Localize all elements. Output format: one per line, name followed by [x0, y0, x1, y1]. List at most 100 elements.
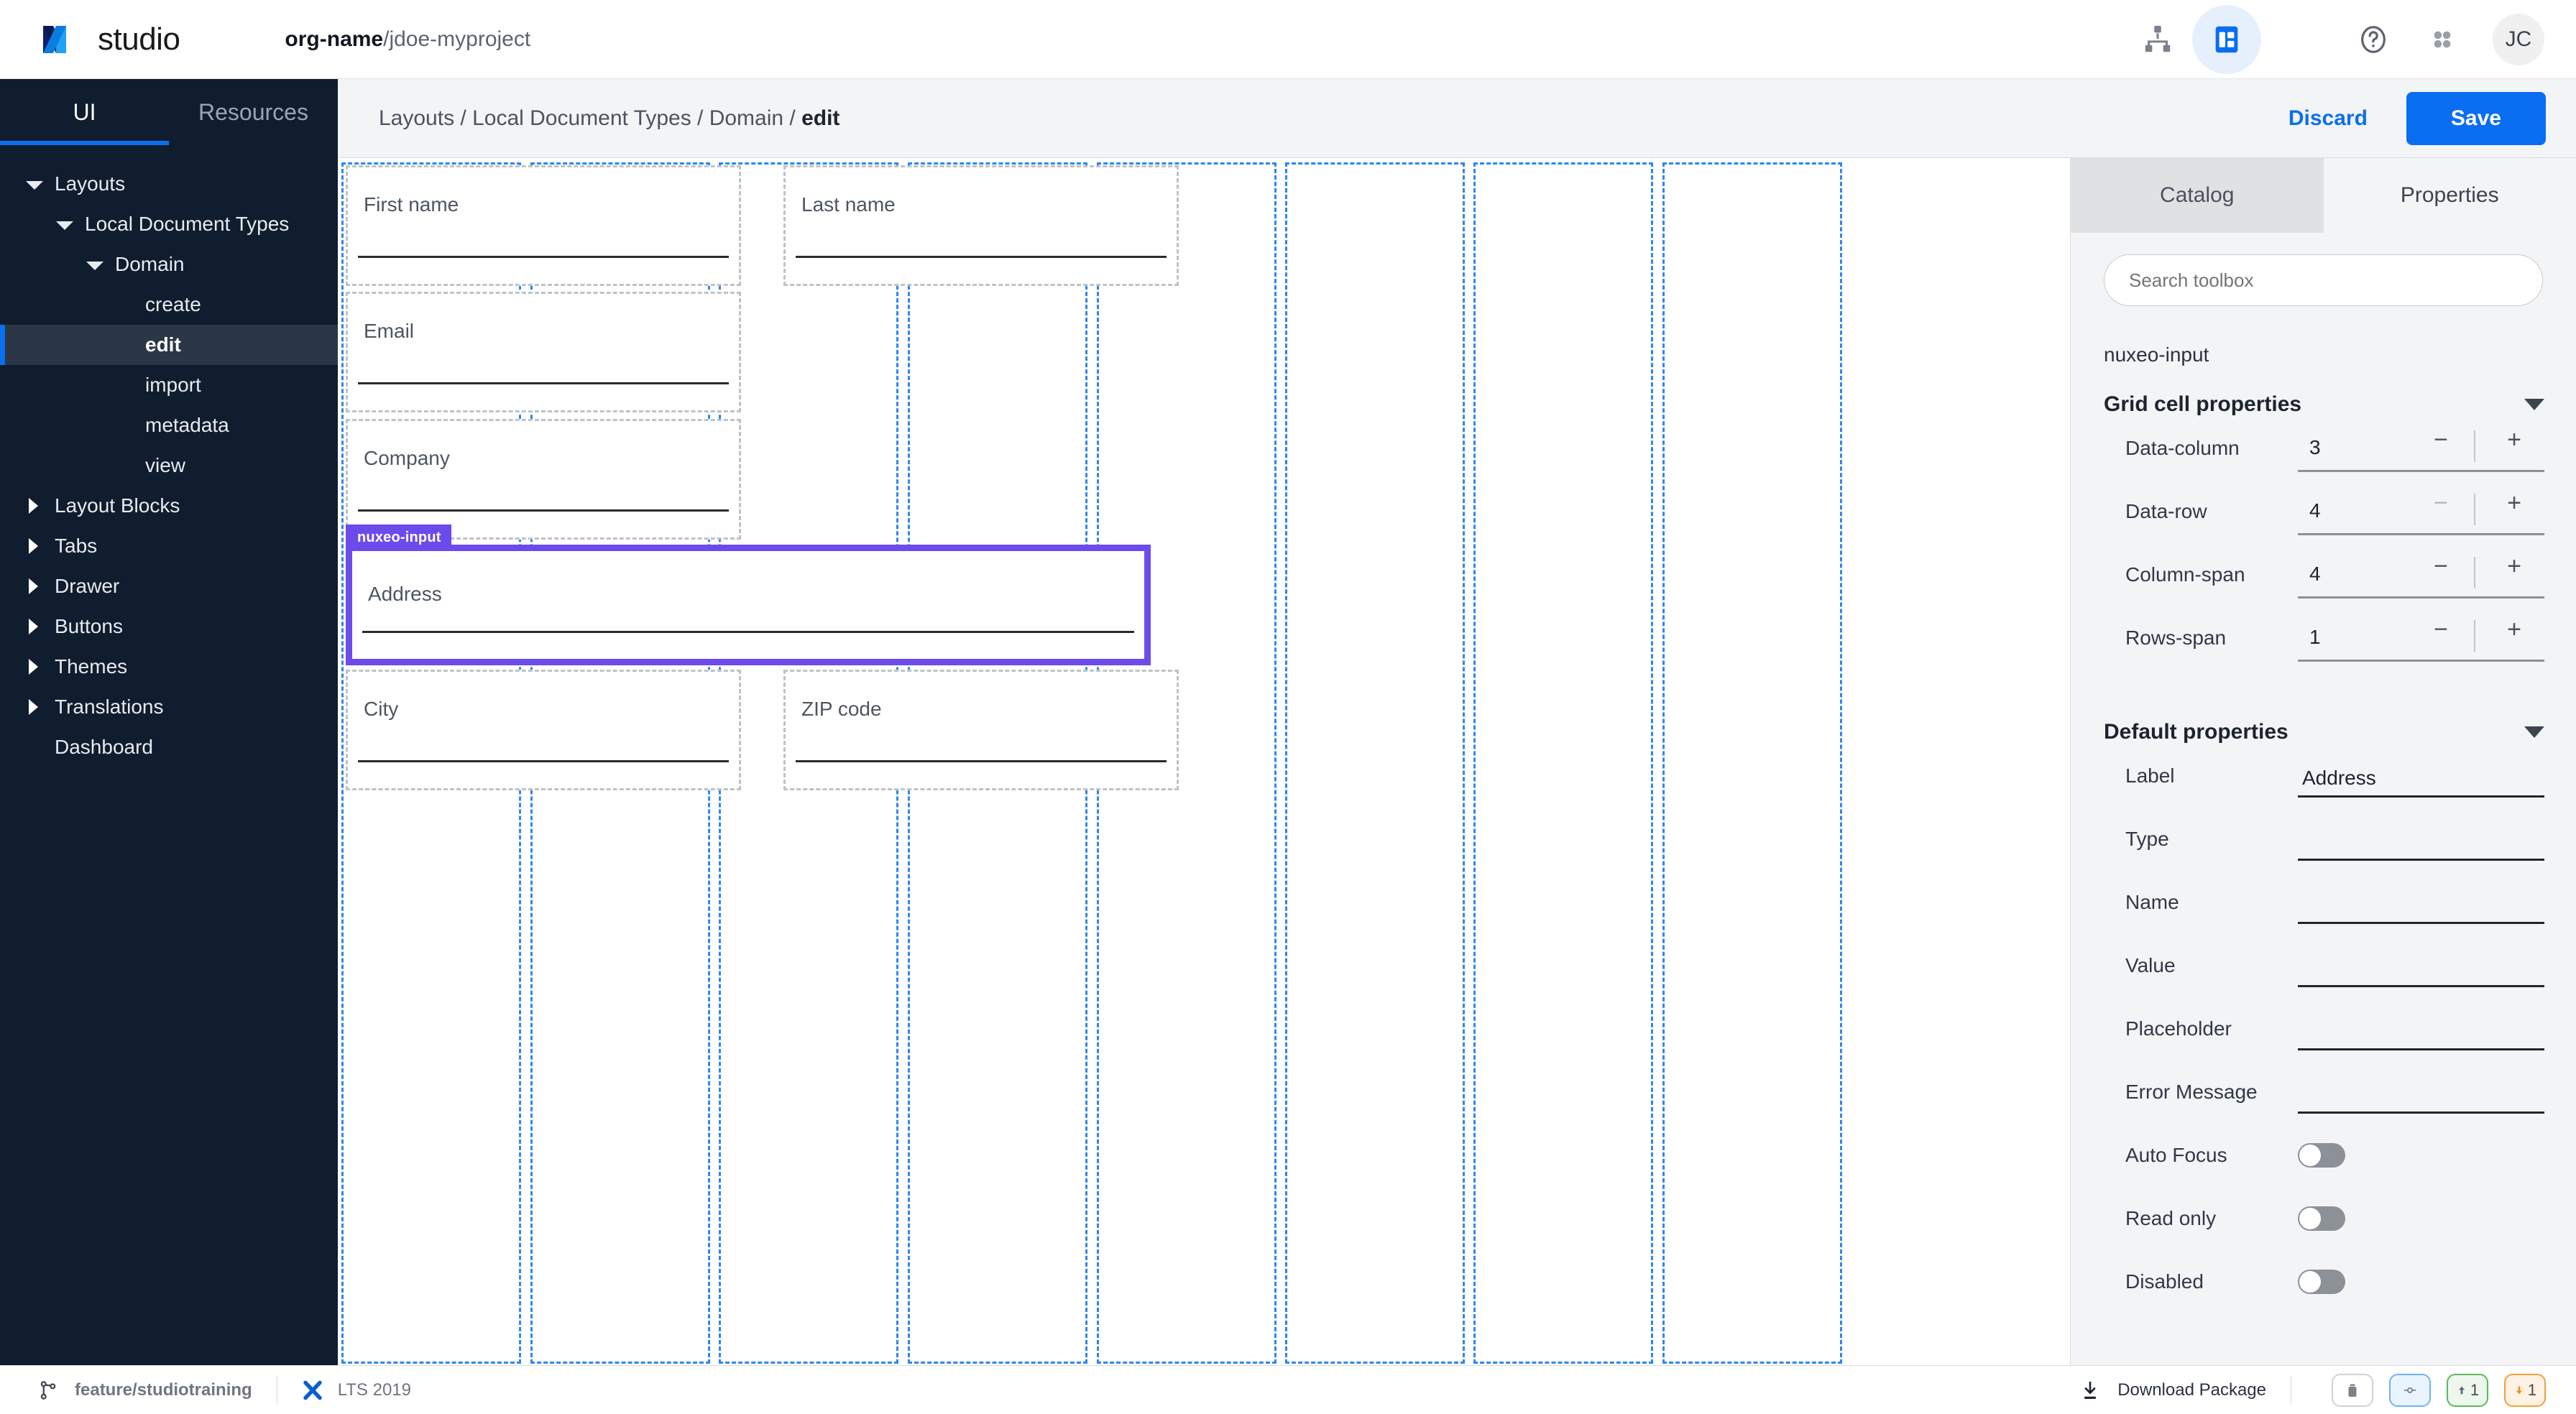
toggle-switch[interactable]	[2298, 1143, 2345, 1168]
stepper-plus-button[interactable]: +	[2496, 553, 2533, 581]
breadcrumb[interactable]: Layouts / Local Document Types / Domain …	[379, 106, 840, 131]
help-icon[interactable]	[2339, 5, 2408, 74]
sidebar-item-import[interactable]: import	[0, 365, 338, 405]
caret-right-icon[interactable]	[24, 617, 43, 636]
ahead-count: 1	[2470, 1380, 2480, 1399]
canvas-field-selected[interactable]: Address	[346, 545, 1151, 665]
text-field[interactable]	[2298, 1007, 2544, 1050]
selection-badge: nuxeo-input	[346, 525, 451, 550]
text-field[interactable]	[2298, 818, 2544, 861]
sidebar-item-buttons[interactable]: Buttons	[0, 606, 338, 647]
canvas-field[interactable]: ZIP code	[783, 670, 1179, 790]
grid-cell-properties-header[interactable]: Grid cell properties	[2104, 392, 2544, 417]
sidebar-item-layout-blocks[interactable]: Layout Blocks	[0, 486, 338, 526]
stepper-plus-button[interactable]: +	[2496, 616, 2533, 644]
number-stepper[interactable]: 4 − +	[2298, 488, 2544, 535]
sidebar-item-themes[interactable]: Themes	[0, 647, 338, 687]
studio-app: studio org-name/jdoe-myproject JC UI Res…	[0, 0, 2576, 1414]
project-breadcrumb[interactable]: org-name/jdoe-myproject	[285, 27, 530, 52]
layout-canvas[interactable]: First name Last name Email Company nuxeo-inp…	[338, 158, 2070, 1365]
sidebar-item-edit[interactable]: edit	[0, 325, 338, 365]
canvas-field[interactable]: First name	[346, 165, 741, 286]
sidebar-item-domain[interactable]: Domain	[0, 244, 338, 285]
layout-designer-icon[interactable]	[2192, 5, 2261, 74]
text-field[interactable]	[2298, 881, 2544, 924]
default-properties-header[interactable]: Default properties	[2104, 720, 2544, 744]
ahead-chip[interactable]: 1	[2447, 1373, 2488, 1407]
toggle-switch[interactable]	[2298, 1206, 2345, 1231]
toggle-switch[interactable]	[2298, 1270, 2345, 1294]
branch-status[interactable]: feature/studiotraining	[37, 1378, 252, 1403]
number-stepper[interactable]: 1 − +	[2298, 614, 2544, 662]
avatar[interactable]: JC	[2493, 14, 2544, 65]
sidebar-item-create[interactable]: create	[0, 285, 338, 325]
panel-tabs: Catalog Properties	[2071, 158, 2576, 233]
canvas-field[interactable]: Last name	[783, 165, 1179, 286]
field-underline	[796, 256, 1167, 258]
property-row-placeholder: Placeholder	[2125, 997, 2544, 1060]
stepper-minus-button[interactable]: −	[2422, 616, 2460, 644]
toggle-knob	[2299, 1271, 2321, 1293]
chevron-down-icon[interactable]	[2524, 399, 2544, 410]
text-field[interactable]: Address	[2298, 754, 2544, 798]
sidebar-item-label: Local Document Types	[85, 213, 290, 235]
sidebar-item-metadata[interactable]: metadata	[0, 405, 338, 445]
canvas-field[interactable]: City	[346, 670, 741, 790]
text-field[interactable]	[2298, 944, 2544, 987]
stepper-minus-button[interactable]: −	[2422, 489, 2460, 517]
canvas-scrollbar[interactable]	[2058, 162, 2069, 1364]
sidebar-item-dashboard[interactable]: Dashboard	[0, 727, 338, 767]
sidebar-item-view[interactable]: view	[0, 445, 338, 486]
save-button[interactable]: Save	[2406, 92, 2546, 145]
download-package-button[interactable]: Download Package	[2079, 1378, 2266, 1403]
behind-chip[interactable]: 1	[2504, 1373, 2546, 1407]
preview-chip[interactable]	[2389, 1373, 2431, 1407]
version-status[interactable]: LTS 2019	[302, 1380, 411, 1401]
stepper-plus-button[interactable]: +	[2496, 426, 2533, 454]
text-field-value: Address	[2302, 767, 2376, 789]
caret-down-icon[interactable]	[55, 215, 73, 234]
caret-right-icon[interactable]	[24, 698, 43, 716]
grid-cell-properties-title: Grid cell properties	[2104, 392, 2302, 416]
app-logo[interactable]: studio	[37, 17, 180, 62]
canvas-field[interactable]: Company	[346, 419, 741, 540]
sidebar-item-tabs[interactable]: Tabs	[0, 526, 338, 566]
grid-guide-column	[1662, 162, 1842, 1364]
sidebar-item-layouts[interactable]: Layouts	[0, 164, 338, 204]
sidebar-item-translations[interactable]: Translations	[0, 687, 338, 727]
caret-right-icon[interactable]	[24, 657, 43, 676]
caret-right-icon[interactable]	[24, 537, 43, 555]
tab-catalog[interactable]: Catalog	[2071, 158, 2324, 233]
caret-down-icon[interactable]	[24, 175, 43, 193]
caret-right-icon[interactable]	[24, 577, 43, 596]
property-row-rows-span: Rows-span 1 − +	[2125, 606, 2544, 670]
sitemap-icon[interactable]	[2123, 5, 2192, 74]
sidebar-tab-ui-label: UI	[73, 98, 96, 125]
canvas-field[interactable]: Email	[346, 292, 741, 412]
sidebar-item-local-document-types[interactable]: Local Document Types	[0, 204, 338, 244]
apps-grid-icon[interactable]	[2408, 5, 2477, 74]
stepper-plus-button[interactable]: +	[2496, 489, 2533, 517]
breadcrumb-current: edit	[801, 106, 840, 130]
caret-down-icon[interactable]	[85, 255, 104, 274]
field-underline	[358, 509, 729, 512]
chevron-down-icon[interactable]	[2524, 726, 2544, 738]
text-field[interactable]	[2298, 1071, 2544, 1114]
discard-button[interactable]: Discard	[2278, 106, 2378, 131]
download-package-label: Download Package	[2117, 1380, 2266, 1400]
sidebar-tab-ui[interactable]: UI	[0, 79, 169, 145]
tab-properties[interactable]: Properties	[2324, 158, 2576, 233]
sidebar-item-label: Dashboard	[55, 736, 153, 758]
number-stepper[interactable]: 4 − +	[2298, 551, 2544, 599]
stepper-minus-button[interactable]: −	[2422, 553, 2460, 581]
trash-chip[interactable]	[2332, 1373, 2373, 1407]
search-toolbox-input[interactable]	[2104, 254, 2543, 306]
sidebar-item-label: edit	[145, 333, 181, 356]
sidebar-tab-resources[interactable]: Resources	[169, 79, 338, 145]
stepper-minus-button[interactable]: −	[2422, 426, 2460, 454]
number-stepper[interactable]: 3 − +	[2298, 425, 2544, 472]
property-row-column-span: Column-span 4 − +	[2125, 543, 2544, 606]
sidebar-item-drawer[interactable]: Drawer	[0, 566, 338, 606]
caret-right-icon[interactable]	[24, 496, 43, 515]
